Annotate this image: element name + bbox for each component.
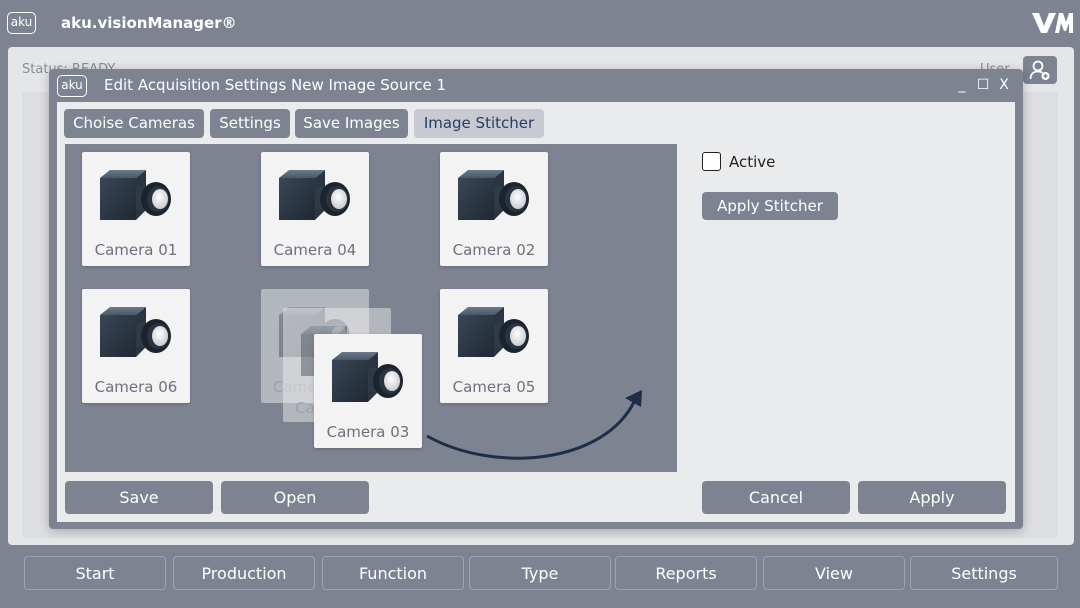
dialog-logo: aku (57, 75, 87, 97)
nav-view[interactable]: View (763, 556, 905, 590)
camera-card[interactable]: Camera 06 (82, 289, 190, 403)
camera-card[interactable]: Camera 02 (440, 152, 548, 266)
apply-button[interactable]: Apply (858, 481, 1006, 514)
dialog-title: Edit Acquisition Settings New Image Sour… (104, 76, 447, 94)
vm-logo-icon (1032, 13, 1073, 33)
apply-stitcher-button[interactable]: Apply Stitcher (702, 192, 838, 220)
user-add-icon (1029, 60, 1050, 80)
camera-icon (454, 303, 534, 373)
camera-card[interactable]: Camera 05 (440, 289, 548, 403)
user-button[interactable] (1023, 56, 1057, 84)
cancel-button[interactable]: Cancel (702, 481, 850, 514)
camera-card[interactable]: Camera 01 (82, 152, 190, 266)
tab-settings[interactable]: Settings (210, 109, 290, 138)
tab-choise-cameras[interactable]: Choise Cameras (64, 109, 204, 138)
camera-icon (275, 166, 355, 236)
camera-label: Camera 01 (94, 241, 178, 259)
maximize-icon[interactable]: ☐ (976, 75, 990, 95)
save-button[interactable]: Save (65, 481, 213, 514)
acquisition-settings-dialog: aku Edit Acquisition Settings New Image … (49, 69, 1023, 529)
window-controls: _ ☐ X (955, 75, 1011, 95)
camera-icon (96, 166, 176, 236)
app-header: aku aku.visionManager® (0, 0, 1080, 46)
open-button[interactable]: Open (221, 481, 369, 514)
camera-card[interactable]: Camera 04 (261, 152, 369, 266)
aku-logo: aku (7, 12, 36, 34)
nav-settings[interactable]: Settings (910, 556, 1058, 590)
camera-label: Camera 03 (326, 423, 410, 441)
nav-type[interactable]: Type (469, 556, 611, 590)
tab-image-stitcher[interactable]: Image Stitcher (414, 109, 544, 138)
nav-start[interactable]: Start (24, 556, 166, 590)
app-title: aku.visionManager® (61, 14, 237, 32)
camera-label: Camera 06 (94, 378, 178, 396)
camera-label: Camera 05 (452, 378, 536, 396)
camera-label: Camera 02 (452, 241, 536, 259)
minimize-icon[interactable]: _ (955, 75, 969, 95)
active-checkbox[interactable] (702, 152, 721, 171)
camera-card-dragging[interactable]: Camera 03 (314, 334, 422, 448)
nav-reports[interactable]: Reports (615, 556, 757, 590)
camera-icon (454, 166, 534, 236)
nav-production[interactable]: Production (173, 556, 315, 590)
tab-save-images[interactable]: Save Images (295, 109, 408, 138)
stitcher-canvas[interactable]: Camera 01 Camera 04 Camera 02 Camera 06 … (65, 144, 677, 472)
camera-icon (96, 303, 176, 373)
active-label: Active (729, 153, 776, 171)
camera-icon (328, 348, 408, 418)
bottom-navigation: Start Production Function Type Reports V… (0, 556, 1080, 590)
close-icon[interactable]: X (997, 75, 1011, 95)
nav-function[interactable]: Function (322, 556, 464, 590)
camera-label: Camera 04 (273, 241, 357, 259)
dialog-body: Choise Cameras Settings Save Images Imag… (57, 102, 1015, 522)
